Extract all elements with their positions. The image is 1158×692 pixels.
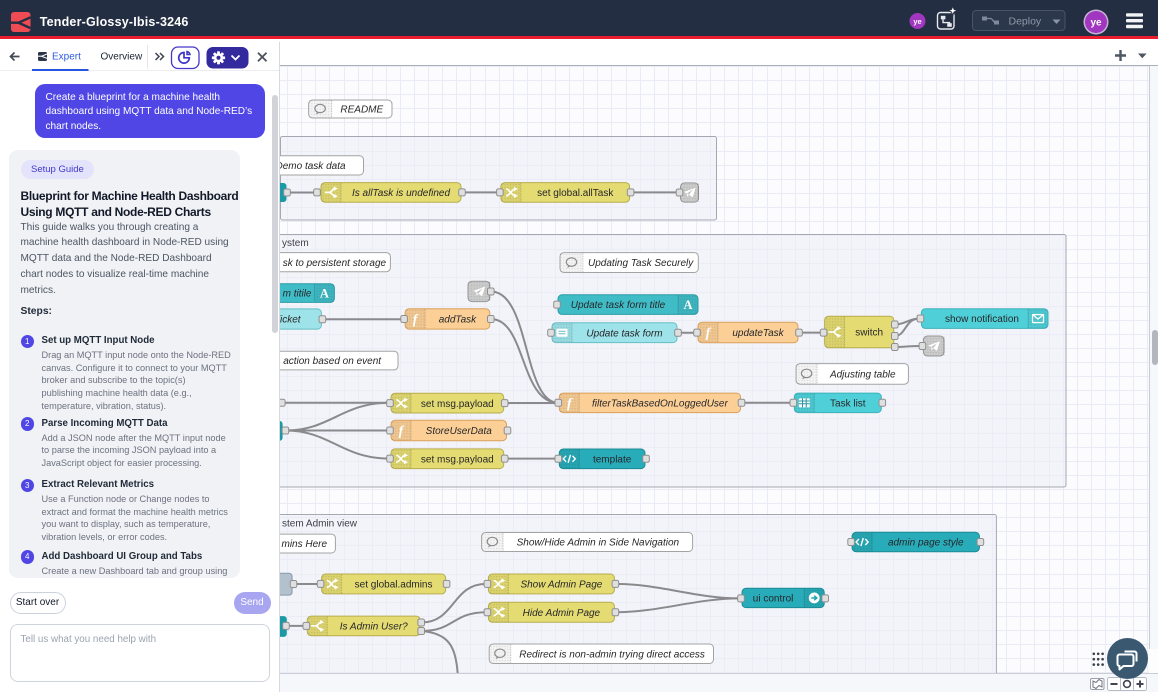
svg-text:Update task form title: Update task form title <box>571 300 666 311</box>
svg-text:admin page style: admin page style <box>888 538 964 549</box>
svg-text:A: A <box>320 286 329 300</box>
svg-text:updateTask: updateTask <box>732 328 784 339</box>
svg-text:sk to persistent storage: sk to persistent storage <box>283 258 387 269</box>
svg-text:Is Admin User?: Is Admin User? <box>340 622 408 633</box>
svg-text:addTask: addTask <box>439 315 477 326</box>
svg-text:Show Admin Page: Show Admin Page <box>520 580 602 591</box>
svg-text:README: README <box>340 105 383 116</box>
svg-text:set global.allTask: set global.allTask <box>537 188 614 199</box>
svg-text:Task list: Task list <box>830 398 866 409</box>
svg-text:Adjusting table: Adjusting table <box>829 370 896 381</box>
svg-text:set msg.payload: set msg.payload <box>421 454 494 465</box>
svg-text:Deploy: Deploy <box>1009 16 1042 28</box>
svg-text:set msg.payload: set msg.payload <box>421 399 494 410</box>
svg-text:ye: ye <box>913 17 921 26</box>
svg-text:show notification: show notification <box>945 314 1019 325</box>
svg-text:Updating Task Securely: Updating Task Securely <box>588 258 694 269</box>
svg-text:action based on event: action based on event <box>283 356 382 367</box>
svg-text:ystem: ystem <box>282 238 309 249</box>
svg-text:ye: ye <box>1090 18 1102 29</box>
svg-text:Overview: Overview <box>101 52 143 63</box>
svg-text:Is allTask is undefined: Is allTask is undefined <box>352 188 450 199</box>
svg-text:mins Here: mins Here <box>282 539 328 550</box>
svg-text:Update task form: Update task form <box>586 328 662 339</box>
svg-text:Redirect is non-admin trying d: Redirect is non-admin trying direct acce… <box>519 649 705 660</box>
svg-text:Hide Admin Page: Hide Admin Page <box>523 608 601 619</box>
svg-text:Expert: Expert <box>52 52 81 63</box>
svg-text:switch: switch <box>855 328 883 339</box>
svg-text:StoreUserData: StoreUserData <box>426 426 493 437</box>
svg-text:stem Admin view: stem Admin view <box>282 519 358 530</box>
svg-text:Ticket: Ticket <box>280 315 302 326</box>
svg-text:m titile: m titile <box>283 289 312 300</box>
svg-text:Show/Hide Admin in Side Naviga: Show/Hide Admin in Side Navigation <box>517 538 680 549</box>
svg-text:Demo task data: Demo task data <box>280 161 346 172</box>
svg-text:set global.admins: set global.admins <box>355 580 433 591</box>
svg-text:A: A <box>683 298 692 312</box>
svg-text:filterTaskBasedOnLoggedUser: filterTaskBasedOnLoggedUser <box>592 398 728 409</box>
svg-text:ui control: ui control <box>753 594 794 605</box>
svg-text:template: template <box>593 454 632 465</box>
